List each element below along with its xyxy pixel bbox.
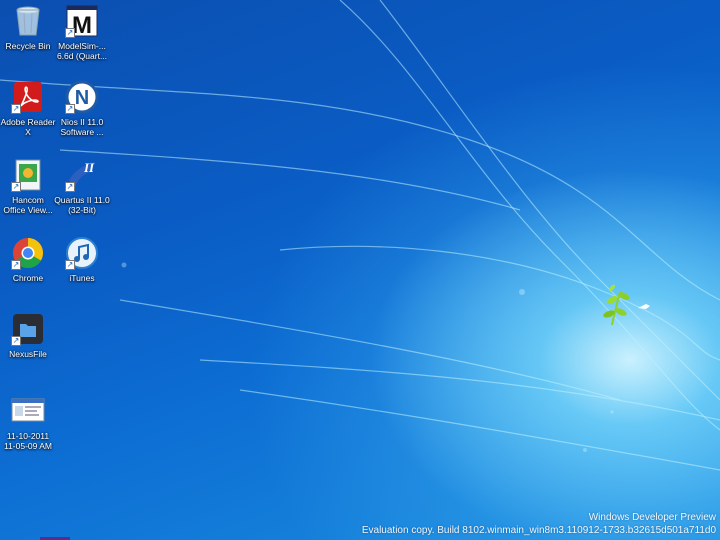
hancom-icon: ↗ <box>11 158 45 192</box>
svg-text:II: II <box>83 160 95 175</box>
desktop-icon-label: Recycle Bin <box>5 41 51 51</box>
shortcut-arrow-icon: ↗ <box>65 28 75 38</box>
nexusfile-icon: ↗ <box>11 312 45 346</box>
desktop-icon-label: Quartus II 11.0 (32-Bit) <box>54 195 110 215</box>
desktop-icon-label: Chrome <box>12 273 44 283</box>
recycle-bin-icon <box>11 4 45 38</box>
adobe-reader-icon: ↗ <box>11 80 45 114</box>
desktop-icon-label: Nios II 11.0 Software ... <box>60 117 104 137</box>
modelsim-icon: M ↗ <box>65 4 99 39</box>
shortcut-arrow-icon: ↗ <box>65 260 75 270</box>
desktop-icon-label: Adobe Reader X <box>0 117 56 137</box>
quartus-icon: II ↗ <box>65 158 99 192</box>
chrome-icon: ↗ <box>11 236 45 270</box>
desktop-icon-nios[interactable]: N ↗ Nios II 11.0 Software ... <box>54 80 110 137</box>
desktop-icon-nexusfile[interactable]: ↗ NexusFile <box>0 312 56 359</box>
desktop-icon-modelsim[interactable]: M ↗ ModelSim-... 6.6d (Quart... <box>54 4 110 61</box>
shortcut-arrow-icon: ↗ <box>11 260 21 270</box>
desktop-icon-label: 11-10-2011 11-05-09 AM <box>3 431 53 451</box>
desktop-icon-adobe-reader[interactable]: ↗ Adobe Reader X <box>0 80 56 137</box>
itunes-icon: ↗ <box>65 236 99 270</box>
build-watermark: Windows Developer Preview Evaluation cop… <box>362 511 716 537</box>
svg-text:M: M <box>72 12 92 38</box>
desktop-icon-chrome[interactable]: ↗ Chrome <box>0 236 56 283</box>
shortcut-arrow-icon: ↗ <box>65 182 75 192</box>
desktop-icon-screenshot-file[interactable]: 11-10-2011 11-05-09 AM <box>0 394 56 451</box>
desktop-icon-quartus[interactable]: II ↗ Quartus II 11.0 (32-Bit) <box>54 158 110 215</box>
desktop-background[interactable]: Recycle Bin ↗ Adobe Reader X ↗ Hancom Of… <box>0 0 720 540</box>
shortcut-arrow-icon: ↗ <box>11 104 21 114</box>
screenshot-file-icon <box>11 394 45 428</box>
desktop-icon-label: ModelSim-... 6.6d (Quart... <box>56 41 108 61</box>
desktop-icon-label: iTunes <box>69 273 95 283</box>
desktop-icon-label: NexusFile <box>9 349 47 359</box>
shortcut-arrow-icon: ↗ <box>11 336 21 346</box>
nios-icon: N ↗ <box>65 80 99 114</box>
shortcut-arrow-icon: ↗ <box>65 104 75 114</box>
watermark-title: Windows Developer Preview <box>588 512 716 523</box>
desktop-icon-itunes[interactable]: ↗ iTunes <box>54 236 110 283</box>
watermark-build: Evaluation copy. Build 8102.winmain_win8… <box>361 525 716 536</box>
desktop-icon-recycle-bin[interactable]: Recycle Bin <box>0 4 56 51</box>
sprout-bird-logo <box>603 284 650 326</box>
desktop-icon-label: Hancom Office View... <box>3 195 53 215</box>
shortcut-arrow-icon: ↗ <box>11 182 21 192</box>
svg-text:N: N <box>75 87 89 109</box>
desktop-icon-hancom[interactable]: ↗ Hancom Office View... <box>0 158 56 215</box>
